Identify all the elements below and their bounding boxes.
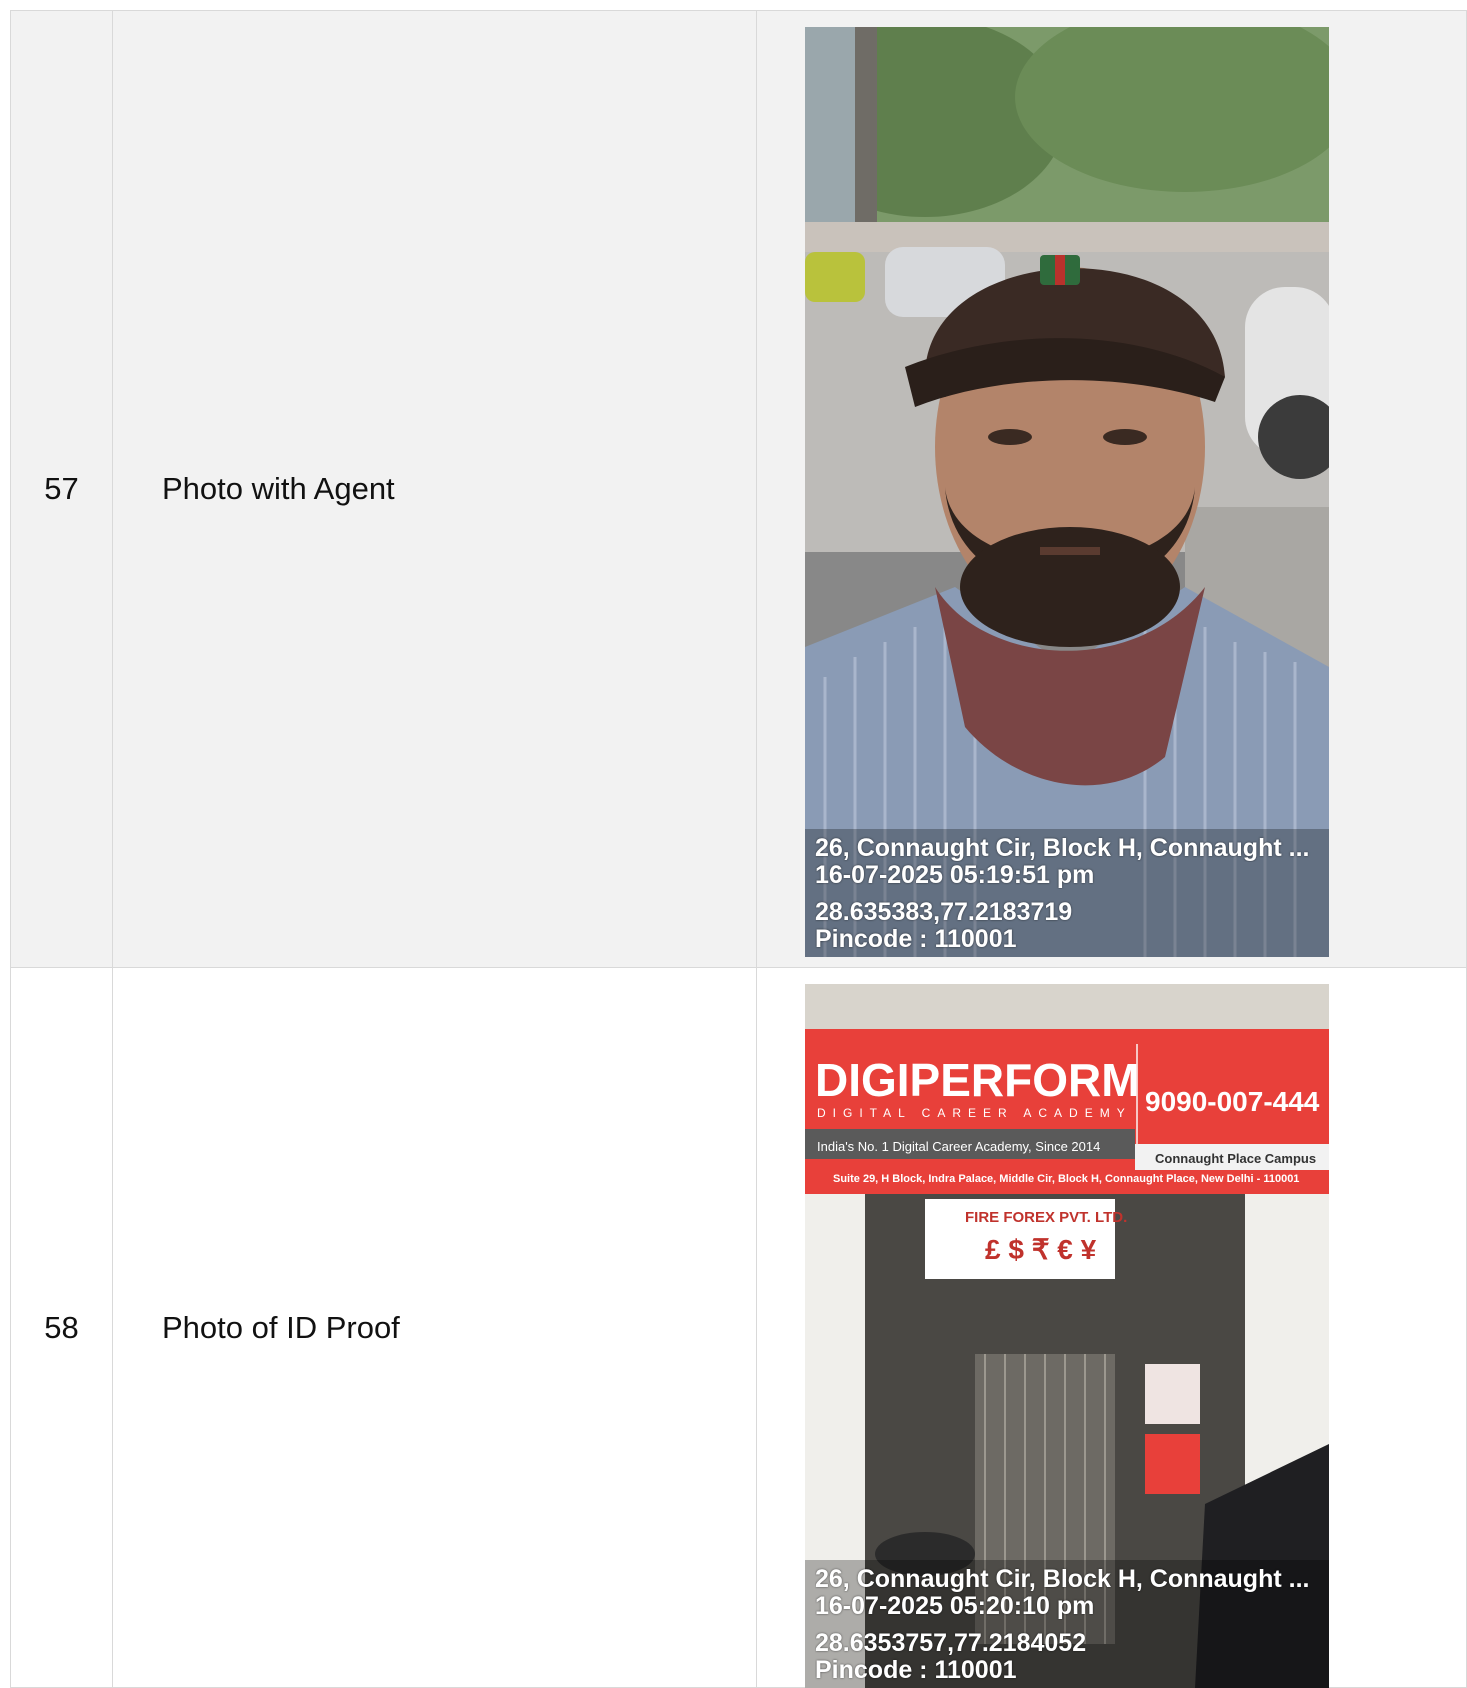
stamp-coordinates: 28.6353757,77.2184052: [815, 1630, 1087, 1657]
geo-stamp-overlay: 26, Connaught Cir, Block H, Connaught ..…: [805, 1560, 1329, 1688]
table-row: 57 Photo with Agent 26, Connaught Cir, B…: [10, 10, 1467, 968]
stamp-pincode: Pincode : 110001: [815, 1657, 1017, 1684]
svg-text:£ $ ₹ € ¥: £ $ ₹ € ¥: [985, 1234, 1097, 1265]
row-number: 58: [10, 967, 113, 1688]
photo-cell: 26, Connaught Cir, Block H, Connaught ..…: [756, 10, 1467, 968]
row-label: Photo with Agent: [112, 10, 757, 968]
stamp-address: 26, Connaught Cir, Block H, Connaught ..…: [815, 835, 1310, 862]
photo-cell: DIGIPERFORM DIGITAL CAREER ACADEMY 9090-…: [756, 967, 1467, 1688]
sign-address: Suite 29, H Block, Indra Palace, Middle …: [833, 1173, 1299, 1185]
agent-photo: 26, Connaught Cir, Block H, Connaught ..…: [805, 27, 1329, 957]
stamp-datetime: 16-07-2025 05:19:51 pm: [815, 862, 1095, 889]
sign-forex: FIRE FOREX PVT. LTD.: [965, 1209, 1127, 1226]
report-table: 57 Photo with Agent 26, Connaught Cir, B…: [10, 10, 1467, 1688]
stamp-datetime: 16-07-2025 05:20:10 pm: [815, 1593, 1095, 1620]
sign-brand: DIGIPERFORM: [815, 1054, 1140, 1106]
table-row: 58 Photo of ID Proof DIGIPERFORM DIGITAL…: [10, 967, 1467, 1688]
stamp-address: 26, Connaught Cir, Block H, Connaught ..…: [815, 1566, 1310, 1593]
stamp-coordinates: 28.635383,77.2183719: [815, 899, 1073, 926]
sign-campus: Connaught Place Campus: [1155, 1151, 1316, 1166]
sign-phone: 9090-007-444: [1145, 1086, 1320, 1117]
id-proof-photo: DIGIPERFORM DIGITAL CAREER ACADEMY 9090-…: [805, 984, 1329, 1688]
row-label: Photo of ID Proof: [112, 967, 757, 1688]
row-number: 57: [10, 10, 113, 968]
agent-selfie-image: [805, 27, 1329, 957]
geo-stamp-overlay: 26, Connaught Cir, Block H, Connaught ..…: [805, 829, 1329, 957]
stamp-pincode: Pincode : 110001: [815, 926, 1017, 953]
sign-tagline: DIGITAL CAREER ACADEMY: [817, 1106, 1132, 1120]
sign-slogan: India's No. 1 Digital Career Academy, Si…: [817, 1139, 1100, 1154]
